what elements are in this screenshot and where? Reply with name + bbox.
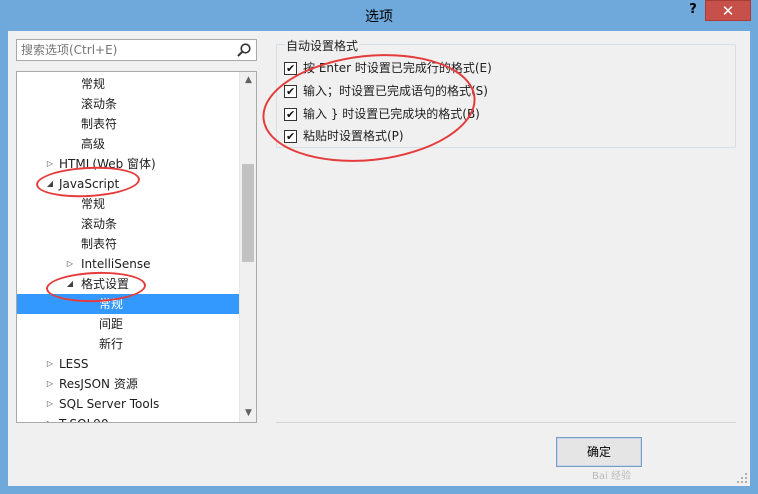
tree-item-label: 滚动条 [81,217,118,231]
title-bar[interactable]: 选项 ? ✕ [0,0,758,30]
options-tree[interactable]: 常规 滚动条 制表符 高级 ▷ HTML(Web 窗体) ◢ JavaScript 常规 滚动条制… [16,71,257,423]
tree-item[interactable]: 常规 [17,294,239,314]
tree-item[interactable]: 高级 [17,134,239,154]
collapsed-arrow-icon[interactable]: ▷ [45,394,55,414]
tree-item[interactable]: 常规 [17,194,239,214]
tree-item-label: 常规 [81,197,106,211]
tree-item-label: JavaScript [59,177,120,191]
tree-item[interactable]: 新行 [17,334,239,354]
tree-item-label: 常规 [99,297,124,311]
resize-grip-icon[interactable] [736,472,748,484]
watermark: Bai 经验 [592,471,631,482]
expanded-arrow-icon[interactable]: ◢ [45,174,55,194]
collapsed-arrow-icon[interactable]: ▷ [65,254,75,274]
ok-button[interactable]: 确定 [556,437,642,467]
tree-item-label: 滚动条 [81,97,118,111]
scroll-down-icon[interactable]: ▼ [240,405,256,422]
checkbox-checked-icon[interactable] [284,128,297,146]
scroll-up-icon[interactable]: ▲ [240,72,256,89]
tree-item[interactable]: ▷ T-SQL90 [17,414,239,422]
tree-item-label: IntelliSense [81,257,151,271]
checkbox-checked-icon[interactable] [284,83,297,101]
checkbox-checked-icon[interactable] [284,106,297,124]
tree-item[interactable]: ▷ SQL Server Tools [17,394,239,414]
group-title: 自动设置格式 [285,37,360,54]
tree-item-label: T-SQL90 [59,414,109,422]
checkbox-label: 输入；时设置已完成语句的格式(S) [303,84,488,98]
tree-item-label: 常规 [81,77,106,91]
collapsed-arrow-icon[interactable]: ▷ [45,414,55,422]
tree-item-label: 制表符 [81,237,118,251]
tree-item[interactable]: 滚动条 [17,214,239,234]
options-dialog: 选项 ? ✕ 常规滚动条制表符高级▷HTML(Web 窗体)◢JavaScrip… [0,0,758,494]
tree-item[interactable]: ▷ ResJSON 资源 [17,374,239,394]
help-button[interactable]: ? [683,2,703,22]
tree-scrollbar[interactable]: ▲ ▼ [239,72,256,422]
tree-item[interactable]: 制表符 [17,114,239,134]
checkbox-label: 粘贴时设置格式(P) [303,129,404,143]
tree-item-label: 制表符 [81,117,118,131]
tree-item[interactable]: 滚动条 [17,94,239,114]
expanded-arrow-icon[interactable]: ◢ [65,274,75,294]
tree-items: 常规 滚动条 制表符 高级 ▷ HTML(Web 窗体) ◢ JavaScript 常规 滚动条制… [17,72,239,422]
tree-item-label: 格式设置 [81,277,130,291]
tree-item[interactable]: 常规 [17,74,239,94]
dialog-title: 选项 [365,9,393,25]
tree-item[interactable]: ◢ 格式设置 [17,274,239,294]
dialog-client-area: 常规滚动条制表符高级▷HTML(Web 窗体)◢JavaScript常规滚动条制… [8,31,750,486]
auto-format-group: 自动设置格式 按 Enter 时设置已完成行的格式(E) 输入；时设置已完成语句… [276,37,736,148]
tree-item-label: 高级 [81,137,106,151]
tree-item[interactable]: ▷ IntelliSense [17,254,239,274]
tree-item[interactable]: ▷ HTML(Web 窗体) [17,154,239,174]
collapsed-arrow-icon[interactable]: ▷ [45,374,55,394]
tree-item-label: 间距 [99,317,124,331]
search-input[interactable] [17,40,232,60]
collapsed-arrow-icon[interactable]: ▷ [45,354,55,374]
tree-item-label: HTML(Web 窗体) [59,157,156,171]
tree-item-label: LESS [59,357,89,371]
search-box[interactable] [16,39,257,61]
checkbox-label: 输入 } 时设置已完成块的格式(B) [303,107,480,121]
tree-item[interactable]: ▷ LESS [17,354,239,374]
close-button[interactable]: ✕ [705,0,751,21]
tree-item-label: 新行 [99,337,124,351]
tree-item[interactable]: 制表符 [17,234,239,254]
tree-item-label: ResJSON 资源 [59,377,138,391]
search-icon[interactable] [236,42,252,58]
scroll-thumb[interactable] [242,164,254,262]
tree-item-label: SQL Server Tools [59,397,160,411]
footer-divider [276,422,736,423]
checkbox-checked-icon[interactable] [284,60,297,78]
tree-item[interactable]: 间距 [17,314,239,334]
checkbox-label: 按 Enter 时设置已完成行的格式(E) [303,61,492,75]
collapsed-arrow-icon[interactable]: ▷ [45,154,55,174]
tree-item[interactable]: ◢ JavaScript [17,174,239,194]
